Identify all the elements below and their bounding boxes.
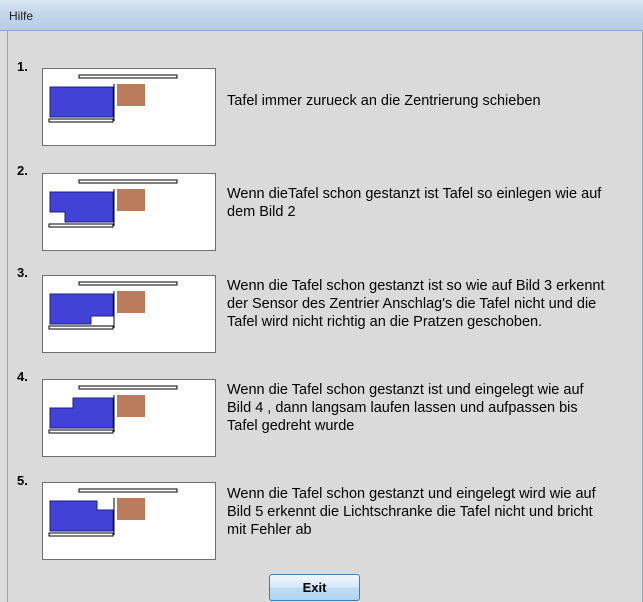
diagram-step-2	[42, 173, 216, 251]
bottom-rail	[48, 532, 114, 537]
diagram-step-1	[42, 68, 216, 146]
step-number: 4.	[17, 369, 28, 384]
sensor-block	[117, 291, 145, 313]
bottom-rail	[48, 118, 114, 123]
step-number: 2.	[17, 163, 28, 178]
bottom-rail	[48, 223, 114, 228]
sensor-block	[117, 395, 145, 417]
panel-shape	[49, 191, 114, 223]
step-number: 1.	[17, 59, 28, 74]
diagram-step-5	[42, 482, 216, 560]
panel-shape	[49, 86, 114, 118]
panel-shape	[49, 293, 114, 325]
guide-rail	[78, 74, 178, 79]
diagram-step-4	[42, 379, 216, 457]
help-content: 1. Tafel immer zurueck an die Zentrierun…	[7, 31, 643, 602]
window-title: Hilfe	[9, 9, 34, 23]
exit-button[interactable]: Exit	[269, 574, 360, 601]
guide-rail	[78, 385, 178, 390]
sensor-block	[117, 498, 145, 520]
panel-shape	[49, 500, 114, 532]
panel-shape	[49, 397, 114, 429]
step-number: 5.	[17, 473, 28, 488]
step-description: Wenn die Tafel schon gestanzt ist so wie…	[227, 278, 605, 330]
guide-rail	[78, 488, 178, 493]
step-description: Wenn die Tafel schon gestanzt ist und ei…	[227, 382, 584, 434]
step-description: Wenn dieTafel schon gestanzt ist Tafel s…	[227, 186, 602, 220]
diagram-step-3	[42, 275, 216, 353]
sensor-block	[117, 84, 145, 106]
bottom-rail	[48, 325, 114, 330]
step-description: Tafel immer zurueck an die Zentrierung s…	[227, 93, 541, 109]
title-bar: Hilfe	[0, 0, 643, 31]
guide-rail	[78, 281, 178, 286]
sensor-block	[117, 189, 145, 211]
bottom-rail	[48, 429, 114, 434]
guide-rail	[78, 179, 178, 184]
step-description: Wenn die Tafel schon gestanzt und eingel…	[227, 486, 596, 538]
step-number: 3.	[17, 265, 28, 280]
